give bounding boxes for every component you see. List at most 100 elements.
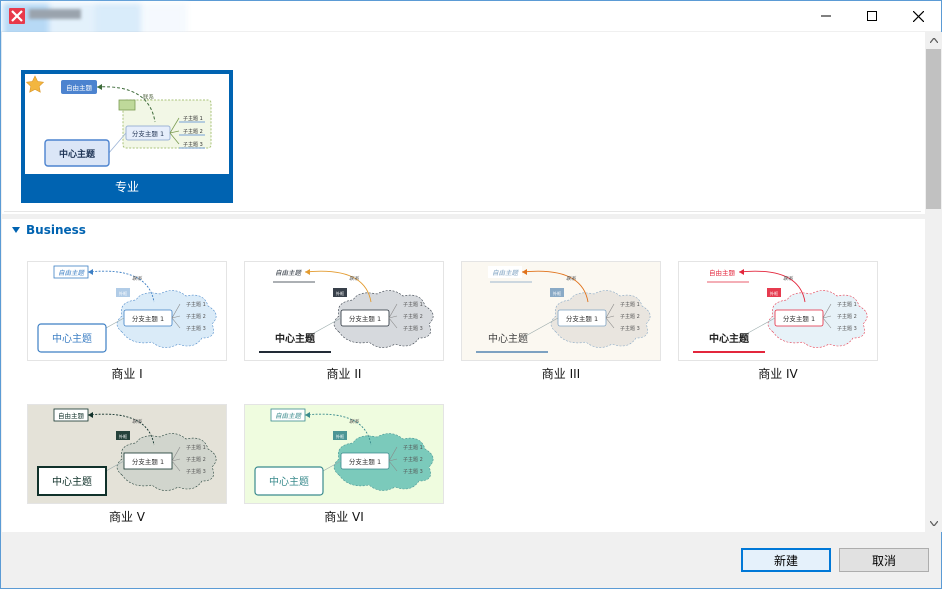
subtopic-text: 子主题 1 (186, 444, 206, 451)
svg-text:自由主题: 自由主题 (66, 83, 93, 92)
star-icon (27, 76, 44, 92)
central-topic-text: 中心主题 (709, 332, 750, 345)
mindmap-preview-svg: 自由主题 联系 外框 分支主题 1 子主题 1 子主题 2 子主题 3 中心主题 (28, 262, 226, 360)
subtopic-text: 子主题 2 (403, 456, 423, 463)
minimize-icon (821, 11, 831, 21)
float-topic-text: 自由主题 (492, 269, 520, 277)
maximize-icon (867, 11, 877, 21)
relation-text: 联系 (349, 418, 360, 425)
float-topic-text: 自由主题 (709, 268, 736, 277)
chevron-up-icon (930, 38, 938, 43)
template-tile-business-3[interactable]: 自由主题 联系 外框 分支主题 1 子主题 1 子主题 2 子主题 3 中心主题 (461, 261, 661, 361)
subtopic-text: 子主题 1 (403, 444, 423, 451)
template-tile-business-2[interactable]: 自由主题 联系 外框 分支主题 1 子主题 1 子主题 2 子主题 3 中心主题 (244, 261, 444, 361)
central-topic-text: 中心主题 (488, 332, 528, 345)
scroll-down-button[interactable] (925, 515, 942, 532)
template-label: 商业 VI (244, 508, 444, 525)
relation-arrow-icon (88, 269, 93, 275)
subtopic-text: 子主题 3 (186, 468, 206, 475)
template-tile-professional[interactable]: 自由主题 联系 分支主题 1 子主题 1 子主题 2 子主题 3 (21, 70, 233, 203)
subtopic-text: 子主题 3 (403, 325, 423, 332)
subtopic-text: 子主题 2 (186, 456, 206, 463)
vertical-scrollbar[interactable] (925, 32, 942, 532)
triangle-down-icon (12, 227, 20, 233)
central-topic-text: 中心主题 (275, 332, 316, 345)
relation-arrow-icon (305, 269, 310, 275)
dialog-footer: 新建 取消 (1, 532, 941, 588)
subtopic-text: 子主题 2 (186, 313, 206, 320)
float-topic-text: 自由主题 (275, 269, 303, 277)
relation-text: 联系 (132, 418, 143, 425)
summary-tag-text: 外框 (770, 290, 779, 297)
minimize-button[interactable] (803, 1, 849, 31)
mindmap-preview-svg: 自由主题 联系 外框 分支主题 1 子主题 1 子主题 2 子主题 3 中心主题 (28, 405, 226, 503)
subtopic-text: 子主题 3 (186, 325, 206, 332)
branch-text: 分支主题 1 (132, 314, 164, 323)
relation-arrow-icon (522, 269, 527, 275)
new-document-dialog: 自由主题 联系 分支主题 1 子主题 1 子主题 2 子主题 3 (0, 0, 942, 589)
subtopic-text: 子主题 1 (620, 301, 640, 308)
template-label: 商业 II (244, 365, 444, 382)
chevron-down-icon (930, 521, 938, 526)
relation-arrow-icon (305, 412, 310, 418)
scroll-thumb[interactable] (926, 49, 941, 209)
relation-text: 联系 (566, 275, 577, 282)
central-topic-text: 中心主题 (52, 475, 92, 488)
template-tile-business-4[interactable]: 自由主题 联系 外框 分支主题 1 子主题 1 子主题 2 子主题 3 中心主题 (678, 261, 878, 361)
svg-text:分支主题 1: 分支主题 1 (132, 129, 164, 138)
svg-text:子主题 1: 子主题 1 (183, 115, 203, 122)
subtopic-text: 子主题 3 (837, 325, 857, 332)
branch-text: 分支主题 1 (566, 314, 598, 323)
subtopic-text: 子主题 3 (403, 468, 423, 475)
template-preview: 自由主题 联系 分支主题 1 子主题 1 子主题 2 子主题 3 (25, 74, 229, 174)
scroll-up-button[interactable] (925, 32, 942, 49)
float-topic-text: 自由主题 (58, 269, 86, 277)
subtopic-text: 子主题 1 (186, 301, 206, 308)
mindmap-preview-svg: 自由主题 联系 外框 分支主题 1 子主题 1 子主题 2 子主题 3 中心主题 (245, 262, 443, 360)
branch-text: 分支主题 1 (349, 457, 381, 466)
summary-tag-text: 外框 (336, 433, 345, 440)
section-title: Business (26, 223, 86, 237)
mindmap-preview-svg: 自由主题 联系 外框 分支主题 1 子主题 1 子主题 2 子主题 3 中心主题 (462, 262, 660, 360)
template-gallery[interactable]: 自由主题 联系 分支主题 1 子主题 1 子主题 2 子主题 3 (2, 32, 925, 532)
relation-text: 联系 (783, 275, 794, 282)
create-button[interactable]: 新建 (741, 548, 831, 572)
template-label: 商业 V (27, 508, 227, 525)
branch-text: 分支主题 1 (783, 314, 815, 323)
subtopic-text: 子主题 1 (403, 301, 423, 308)
blurred-title-text (29, 9, 81, 19)
mindmap-preview-svg: 自由主题 联系 外框 分支主题 1 子主题 1 子主题 2 子主题 3 中心主题 (245, 405, 443, 503)
branch-text: 分支主题 1 (349, 314, 381, 323)
relation-arrow-icon (88, 412, 93, 418)
close-button[interactable] (895, 1, 941, 31)
section-header-business[interactable]: Business (12, 223, 86, 237)
close-icon (913, 11, 924, 22)
branch-text: 分支主题 1 (132, 457, 164, 466)
mindmap-preview-svg: 自由主题 联系 分支主题 1 子主题 1 子主题 2 子主题 3 (25, 74, 229, 174)
template-tile-business-1[interactable]: 自由主题 联系 外框 分支主题 1 子主题 1 子主题 2 子主题 3 中心主题 (27, 261, 227, 361)
template-label: 商业 IV (678, 365, 878, 382)
maximize-button[interactable] (849, 1, 895, 31)
float-topic-text: 自由主题 (58, 411, 85, 420)
svg-text:中心主题: 中心主题 (59, 148, 96, 160)
template-tile-business-5[interactable]: 自由主题 联系 外框 分支主题 1 子主题 1 子主题 2 子主题 3 中心主题 (27, 404, 227, 504)
subtopic-text: 子主题 3 (620, 325, 640, 332)
template-label: 商业 I (27, 365, 227, 382)
float-topic-text: 自由主题 (275, 412, 303, 420)
app-logo-icon (9, 8, 25, 24)
summary-tag-text: 外框 (553, 290, 562, 297)
summary-tag-text: 外框 (119, 290, 128, 297)
central-topic-text: 中心主题 (52, 332, 92, 345)
svg-text:子主题 2: 子主题 2 (183, 128, 203, 135)
relation-text: 联系 (349, 275, 360, 282)
cancel-button[interactable]: 取消 (839, 548, 929, 572)
template-tile-business-6[interactable]: 自由主题 联系 外框 分支主题 1 子主题 1 子主题 2 子主题 3 中心主题 (244, 404, 444, 504)
summary-tag-text: 外框 (336, 290, 345, 297)
relation-text: 联系 (132, 275, 143, 282)
central-topic-text: 中心主题 (269, 475, 309, 488)
summary-tag-text: 外框 (119, 433, 128, 440)
svg-text:联系: 联系 (143, 93, 155, 101)
svg-text:子主题 3: 子主题 3 (183, 141, 203, 148)
title-bar (1, 1, 941, 31)
template-label: 专业 (21, 178, 233, 195)
